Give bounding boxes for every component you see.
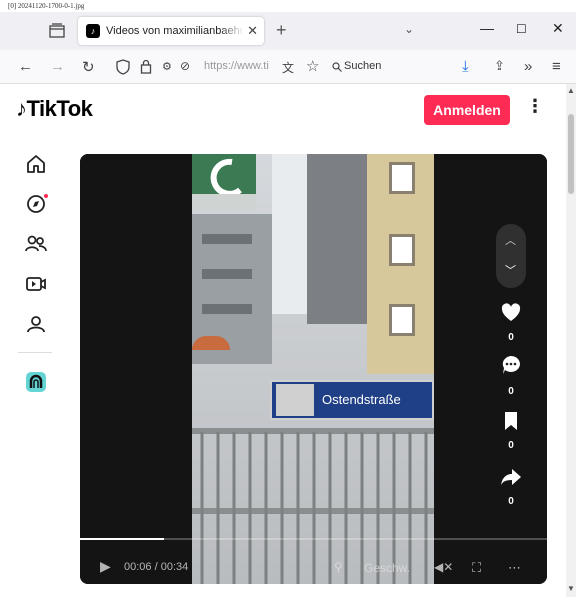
pin-icon[interactable]: ⚲ <box>334 560 343 574</box>
progress-bar[interactable] <box>80 538 547 540</box>
tiktok-header: ♪TikTok Anmelden ⋮ <box>0 84 566 136</box>
tiktok-logo-text: TikTok <box>26 96 93 121</box>
building-middle <box>307 154 367 324</box>
tab-title: Videos von maximilianbaehring <box>106 25 244 37</box>
sbahn-logo-sign <box>192 154 256 210</box>
like-count: 0 <box>508 332 514 343</box>
creator-avatar-icon[interactable] <box>24 370 48 394</box>
fullscreen-icon[interactable]: ⛶ <box>472 560 481 576</box>
share-count: 0 <box>508 496 514 507</box>
volume-muted-icon[interactable]: ◀✕ <box>434 560 453 574</box>
time-separator: / <box>151 561 161 573</box>
lock-icon[interactable] <box>140 59 152 74</box>
time-display: 00:06 / 00:34 <box>124 561 188 573</box>
profile-icon[interactable] <box>24 312 48 336</box>
tiktok-favicon-icon: ♪ <box>86 24 100 38</box>
forward-icon[interactable]: → <box>50 58 65 75</box>
minimize-icon[interactable]: — <box>480 20 494 36</box>
speed-button[interactable]: Geschw. <box>364 561 410 575</box>
more-options-icon[interactable]: ⋮ <box>526 96 544 117</box>
share-icon[interactable]: ⇪ <box>494 58 505 74</box>
menu-icon[interactable]: ≡ <box>552 58 561 75</box>
progress-fill <box>80 538 165 540</box>
overflow-icon[interactable]: » <box>524 58 532 75</box>
search-placeholder: Suchen <box>344 60 382 72</box>
building-right <box>367 154 434 374</box>
tab-list-icon[interactable] <box>48 23 66 39</box>
video-blur-left <box>80 154 192 584</box>
station-name: Ostendstraße <box>322 392 401 407</box>
play-icon[interactable]: ▶ <box>100 558 111 575</box>
umbrella <box>192 336 230 350</box>
url-field[interactable]: https://www.ti <box>204 60 269 72</box>
explore-icon[interactable] <box>24 192 48 216</box>
tiktok-sidebar <box>0 136 72 597</box>
scroll-down-icon[interactable]: ▼ <box>567 584 575 593</box>
browser-tab-active[interactable]: ♪ Videos von maximilianbaehring ✕ <box>78 17 264 45</box>
save-count: 0 <box>508 440 514 451</box>
share-arrow-icon[interactable] <box>500 466 522 488</box>
close-tab-icon[interactable]: ✕ <box>247 23 258 39</box>
heart-icon[interactable] <box>500 302 522 324</box>
more-controls-icon[interactable]: ⋯ <box>508 560 521 576</box>
reload-icon[interactable]: ↻ <box>82 58 95 76</box>
download-icon[interactable]: ⤓ <box>462 58 469 75</box>
browser-tab-bar: ♪ Videos von maximilianbaehring ✕ + ⌄ — … <box>0 12 576 50</box>
browser-nav-bar: ← → ↻ ⚙ ⊘ https://www.ti 文 ☆ Suchen ⤓ ⇪ … <box>0 50 576 84</box>
home-icon[interactable] <box>24 152 48 176</box>
comment-icon[interactable] <box>500 354 522 376</box>
login-button[interactable]: Anmelden <box>424 95 510 125</box>
current-time: 00:06 <box>124 561 152 573</box>
following-icon[interactable] <box>24 232 48 256</box>
sidebar-divider <box>18 352 52 353</box>
tiktok-logo[interactable]: ♪TikTok <box>16 96 93 122</box>
close-window-icon[interactable]: ✕ <box>552 20 564 37</box>
chevron-down-icon[interactable]: ⌄ <box>404 22 414 36</box>
search-field[interactable]: Suchen <box>330 55 442 79</box>
image-file-label: [0] 20241120-1700-0-1.jpg <box>8 2 85 10</box>
permissions-icon[interactable]: ⚙ <box>162 60 172 73</box>
notification-dot <box>44 194 48 198</box>
shield-icon[interactable] <box>116 59 130 75</box>
live-icon[interactable] <box>24 272 48 296</box>
comment-count: 0 <box>508 386 514 397</box>
translate-icon[interactable]: 文 <box>282 59 294 76</box>
video-frame: Ostendstraße <box>192 154 434 584</box>
search-icon <box>332 62 342 72</box>
video-blur-right <box>434 154 547 584</box>
tracking-blocked-icon[interactable]: ⊘ <box>180 59 190 73</box>
video-nav-pill: ︿ ﹀ <box>496 224 526 288</box>
scroll-thumb[interactable] <box>568 114 574 194</box>
video-player[interactable]: Ostendstraße ︿ ﹀ 0 0 0 0 ▶ 00:06 / 00:34… <box>80 154 547 584</box>
video-controls: ▶ 00:06 / 00:34 ⚲ Geschw. ◀✕ ⛶ ⋯ <box>80 552 547 584</box>
scroll-up-icon[interactable]: ▲ <box>567 86 575 95</box>
bookmark-icon[interactable] <box>500 410 522 432</box>
maximize-icon[interactable]: ☐ <box>516 22 527 36</box>
new-tab-icon[interactable]: + <box>276 20 287 41</box>
tiktok-note-icon: ♪ <box>16 96 27 121</box>
back-icon[interactable]: ← <box>18 58 33 75</box>
bookmark-star-icon[interactable]: ☆ <box>306 57 319 75</box>
previous-video-icon[interactable]: ︿ <box>505 232 516 248</box>
duration: 00:34 <box>160 561 189 573</box>
page-scrollbar[interactable]: ▲ ▼ <box>566 84 576 597</box>
next-video-icon[interactable]: ﹀ <box>505 262 516 278</box>
